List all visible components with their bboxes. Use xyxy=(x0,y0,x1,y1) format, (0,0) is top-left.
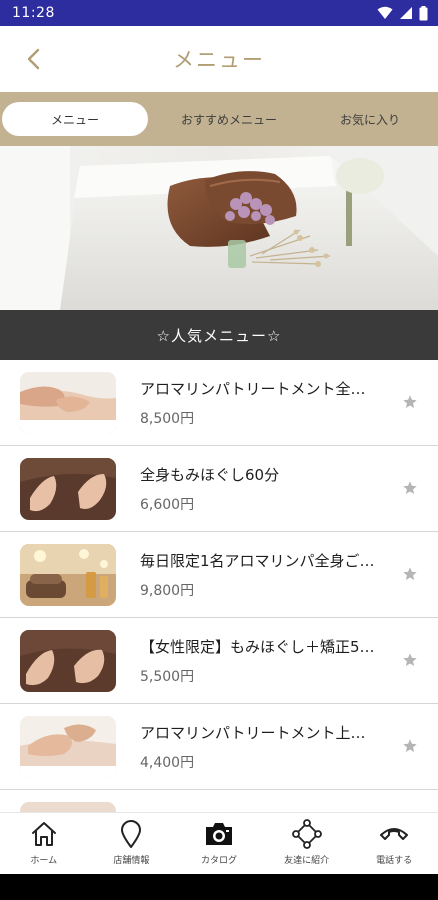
nav-home[interactable]: ホーム xyxy=(0,813,88,874)
map-pin-icon xyxy=(116,819,146,849)
status-icons xyxy=(377,5,428,21)
menu-item-price: 9,800円 xyxy=(140,583,195,599)
menu-item-price: 6,600円 xyxy=(140,497,195,513)
menu-item-name: 毎日限定1名アロマリンパ全身ご… xyxy=(140,552,375,570)
chevron-left-icon xyxy=(27,48,40,70)
page-title: メニュー xyxy=(173,48,265,72)
section-title-bar: ☆人気メニュー☆ xyxy=(0,310,438,360)
status-time: 11:28 xyxy=(12,5,55,21)
menu-item-price: 8,500円 xyxy=(140,411,195,427)
menu-item-name: アロマリンパトリートメント上… xyxy=(140,724,366,742)
menu-item[interactable]: 毎日限定1名アロマリンパ全身ご… 9,800円 xyxy=(0,532,438,618)
tab-favorites[interactable]: お気に入り xyxy=(304,102,436,136)
menu-item-price: 5,500円 xyxy=(140,669,195,685)
home-icon xyxy=(29,819,59,849)
app-header: メニュー xyxy=(0,26,438,92)
star-icon[interactable] xyxy=(402,480,418,496)
nav-label: ホーム xyxy=(30,856,58,866)
nav-refer-friend[interactable]: 友達に紹介 xyxy=(263,813,351,874)
hero-image xyxy=(0,146,438,310)
menu-item-price: 4,400円 xyxy=(140,755,195,771)
menu-item-thumbnail xyxy=(20,458,116,520)
menu-item-thumbnail xyxy=(20,716,116,778)
phone-icon xyxy=(379,819,409,849)
star-icon[interactable] xyxy=(402,652,418,668)
menu-item[interactable]: 全身もみほぐし60分 6,600円 xyxy=(0,446,438,532)
battery-icon xyxy=(419,5,428,20)
tab-recommended[interactable]: おすすめメニュー xyxy=(154,102,304,136)
star-icon[interactable] xyxy=(402,738,418,754)
nav-label: 店舗情報 xyxy=(113,856,150,866)
nav-label: カタログ xyxy=(200,856,237,866)
menu-item-name: アロマリンパトリートメント全… xyxy=(140,380,366,398)
menu-item[interactable] xyxy=(0,790,438,812)
nav-label: 友達に紹介 xyxy=(284,856,330,866)
menu-item[interactable]: アロマリンパトリートメント全… 8,500円 xyxy=(0,360,438,446)
wifi-icon xyxy=(377,6,393,19)
menu-item-name: 全身もみほぐし60分 xyxy=(140,466,280,484)
back-button[interactable] xyxy=(18,44,48,74)
menu-list: アロマリンパトリートメント全… 8,500円 全身もみほぐし60分 6,600円 xyxy=(0,360,438,812)
nav-call[interactable]: 電話する xyxy=(350,813,438,874)
camera-icon xyxy=(204,819,234,849)
tab-bar: メニュー おすすめメニュー お気に入り xyxy=(0,92,438,146)
menu-item-thumbnail xyxy=(20,372,116,434)
bottom-nav: ホーム 店舗情報 カタログ 友達に紹介 電話する xyxy=(0,812,438,874)
tab-menu[interactable]: メニュー xyxy=(2,102,148,136)
menu-item-thumbnail xyxy=(20,544,116,606)
menu-item-thumbnail xyxy=(20,802,116,812)
nav-catalog[interactable]: カタログ xyxy=(175,813,263,874)
star-icon[interactable] xyxy=(402,394,418,410)
menu-item[interactable]: 【女性限定】もみほぐし＋矯正5… 5,500円 xyxy=(0,618,438,704)
menu-item-name: 【女性限定】もみほぐし＋矯正5… xyxy=(140,638,375,656)
signal-icon xyxy=(400,7,412,19)
share-icon xyxy=(291,819,322,849)
status-bar: 11:28 xyxy=(0,0,438,26)
menu-item-thumbnail xyxy=(20,630,116,692)
nav-label: 電話する xyxy=(376,856,413,866)
system-nav-bar xyxy=(0,874,438,900)
star-icon[interactable] xyxy=(402,566,418,582)
menu-item[interactable]: アロマリンパトリートメント上… 4,400円 xyxy=(0,704,438,790)
nav-store-info[interactable]: 店舗情報 xyxy=(88,813,176,874)
